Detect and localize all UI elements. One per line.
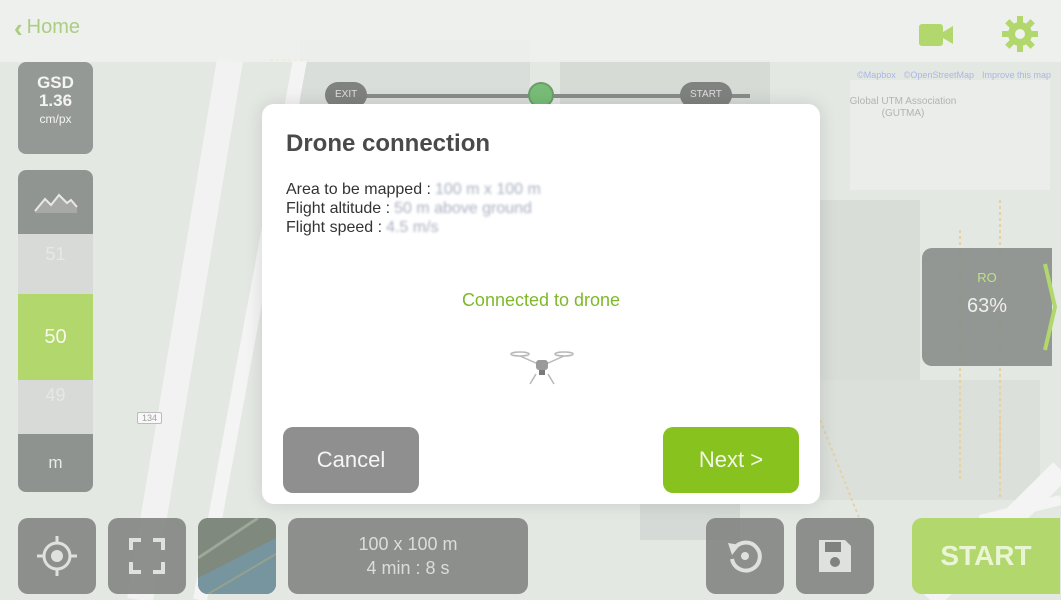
info-value-speed: 4.5 m/s bbox=[386, 219, 439, 236]
dialog-title: Drone connection bbox=[286, 130, 491, 157]
drone-icon bbox=[510, 351, 574, 385]
info-label-area: Area to be mapped : bbox=[286, 181, 431, 198]
info-row-altitude: Flight altitude :50 m above ground bbox=[286, 199, 541, 218]
info-row-speed: Flight speed :4.5 m/s bbox=[286, 218, 541, 237]
cancel-button[interactable]: Cancel bbox=[283, 427, 419, 493]
info-label-speed: Flight speed : bbox=[286, 219, 383, 236]
drone-connection-dialog: Drone connection Area to be mapped :100 … bbox=[262, 104, 820, 504]
info-label-altitude: Flight altitude : bbox=[286, 200, 391, 217]
next-button[interactable]: Next > bbox=[663, 427, 799, 493]
connection-status: Connected to drone bbox=[461, 290, 621, 310]
mission-info: Area to be mapped :100 m x 100 m Flight … bbox=[286, 180, 541, 237]
info-value-altitude: 50 m above ground bbox=[394, 200, 532, 217]
info-value-area: 100 m x 100 m bbox=[434, 181, 541, 198]
info-row-area: Area to be mapped :100 m x 100 m bbox=[286, 180, 541, 199]
